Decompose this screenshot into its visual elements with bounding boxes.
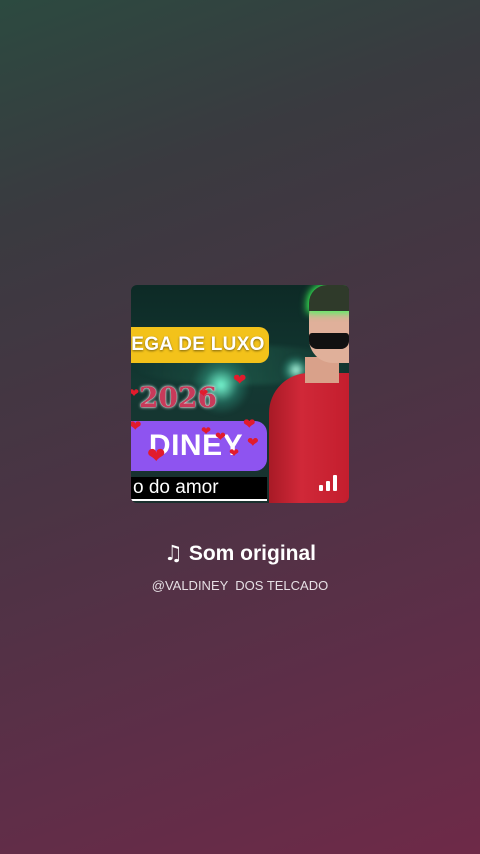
heart-icon: ❤	[243, 416, 256, 433]
sunglasses	[309, 333, 349, 349]
music-note-icon: ♫	[163, 541, 183, 565]
cover-subtitle: o do amor	[131, 477, 267, 499]
red-shirt	[269, 373, 349, 503]
heart-icon: ❤	[215, 429, 226, 444]
heart-icon: ❤	[199, 388, 209, 400]
audio-title: Som original	[188, 542, 316, 565]
audio-title-row[interactable]: ♫ Som original	[0, 539, 480, 568]
heart-icon: ❤	[233, 372, 247, 389]
cover-banner-top: EGA DE LUXO	[131, 327, 269, 363]
heart-icon: ❤	[247, 434, 259, 450]
audio-author[interactable]: @VALDINEY DOS TELCADO	[0, 577, 480, 595]
heart-icon: ❤	[131, 418, 142, 435]
album-cover[interactable]: EGA DE LUXO 2026 DINEY o do amor ❤ ❤ ❤ ❤…	[131, 285, 349, 503]
heart-icon: ❤	[131, 386, 140, 400]
heart-icon: ❤	[229, 446, 240, 460]
equalizer-icon	[319, 475, 337, 491]
performer-photo	[269, 285, 349, 503]
cover-subtitle-underline	[131, 499, 267, 501]
heart-icon: ❤	[147, 443, 166, 468]
heart-icon: ❤	[201, 424, 212, 438]
